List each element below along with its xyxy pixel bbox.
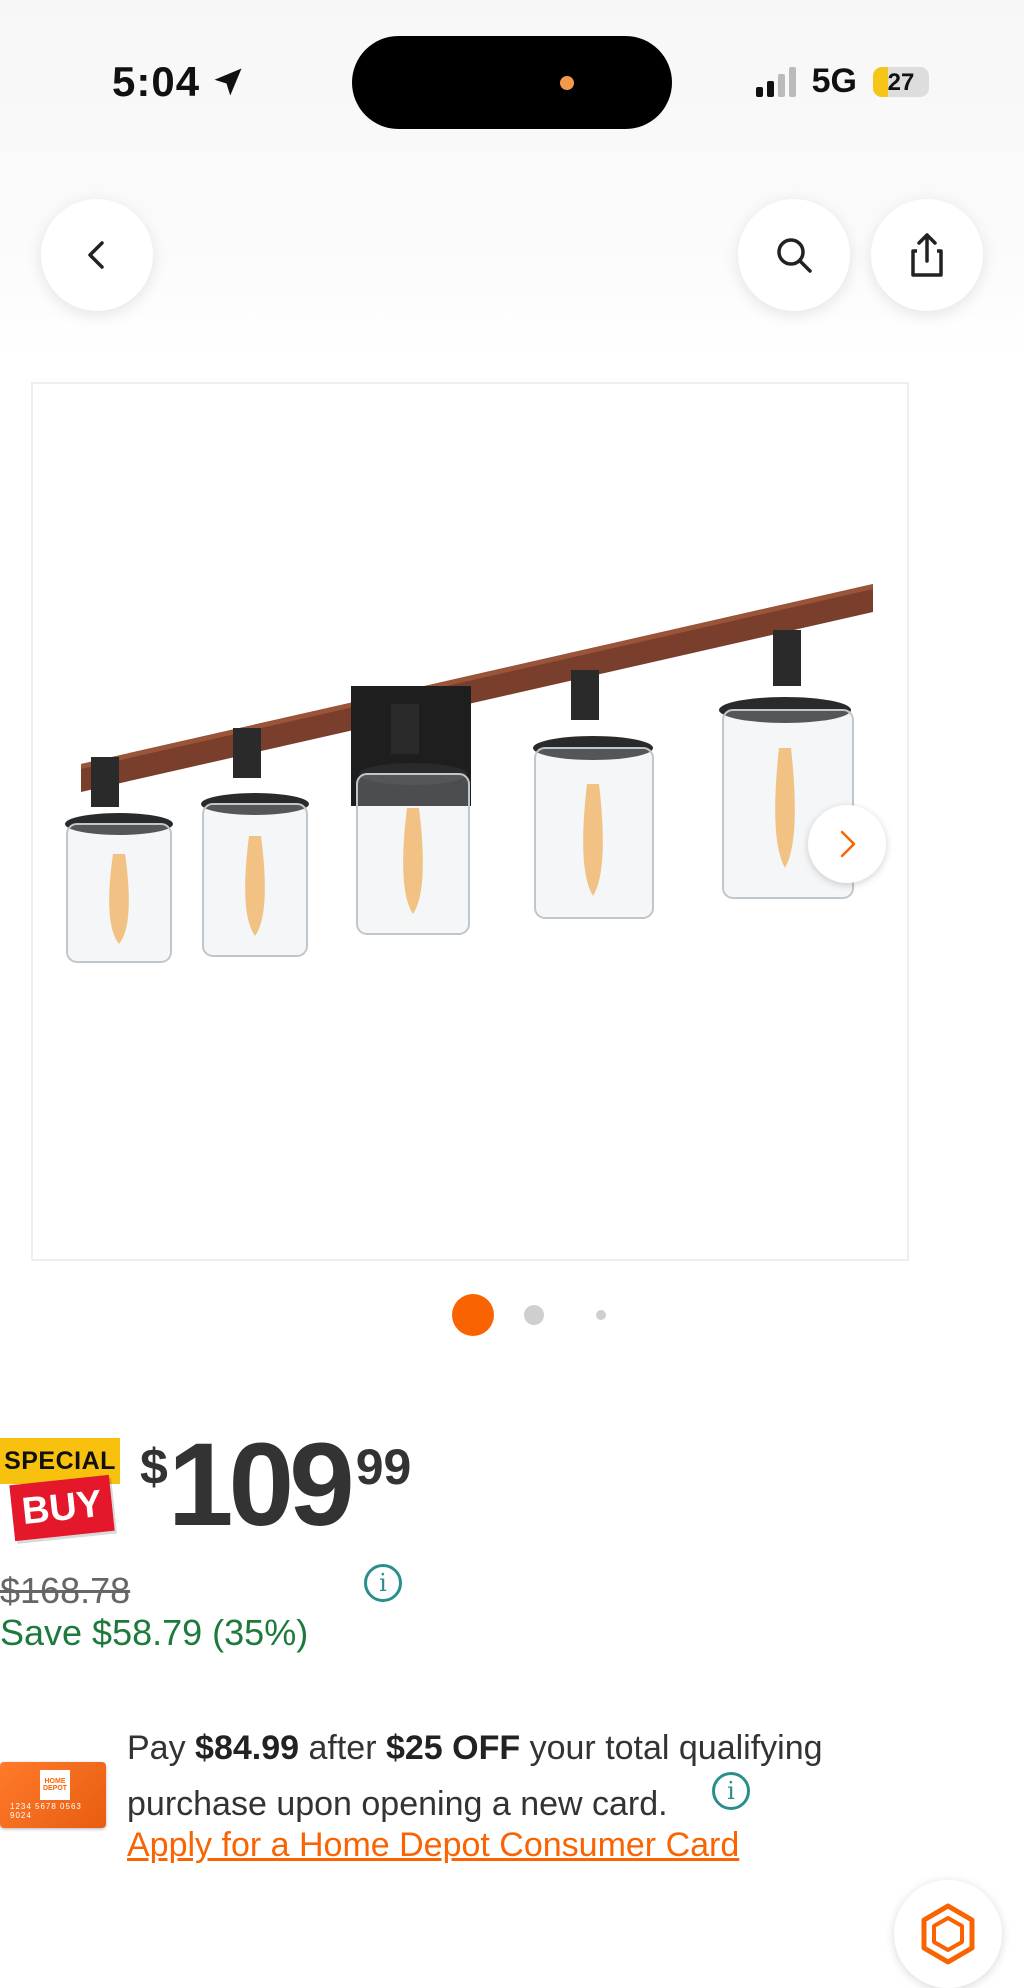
status-time-text: 5:04 bbox=[112, 58, 201, 105]
savings-text: Save $58.79 (35%) bbox=[0, 1612, 309, 1653]
privacy-indicator-dot bbox=[560, 76, 574, 90]
hexagon-chat-icon bbox=[921, 1903, 975, 1965]
product-image-gallery[interactable] bbox=[31, 382, 909, 1261]
card-promo-text: Pay $84.99 after $25 OFF your total qual… bbox=[127, 1729, 823, 1823]
location-arrow-icon bbox=[214, 68, 242, 96]
cellular-signal-icon bbox=[755, 66, 796, 97]
credit-card-image: HOME DEPOT 1234 5678 0563 9024 bbox=[0, 1762, 106, 1828]
product-price: $ 109 99 bbox=[140, 1418, 411, 1544]
chevron-right-icon bbox=[840, 830, 856, 858]
chevron-left-icon bbox=[88, 241, 104, 269]
price-cents: 99 bbox=[355, 1439, 412, 1495]
gallery-pagination bbox=[452, 1294, 606, 1336]
home-depot-logo: HOME DEPOT bbox=[40, 1770, 70, 1800]
was-price: $168.78 bbox=[0, 1570, 131, 1611]
price-dollars: 109 bbox=[167, 1419, 355, 1551]
special-buy-badge: SPECIAL BUY bbox=[0, 1438, 122, 1548]
promo-discount: $25 OFF bbox=[385, 1729, 521, 1767]
badge-buy-label: BUY bbox=[9, 1474, 115, 1542]
battery-icon: 27 bbox=[873, 66, 929, 97]
pagination-dot-active[interactable] bbox=[452, 1294, 494, 1336]
top-header: 5:04 5G 27 bbox=[0, 0, 1024, 360]
share-icon bbox=[911, 233, 943, 277]
apply-card-link[interactable]: Apply for a Home Depot Consumer Card bbox=[127, 1826, 739, 1865]
price-currency: $ bbox=[140, 1439, 168, 1495]
pagination-dot[interactable] bbox=[524, 1305, 544, 1325]
search-button[interactable] bbox=[738, 199, 850, 311]
dynamic-island bbox=[352, 36, 672, 129]
product-image bbox=[65, 584, 873, 963]
back-button[interactable] bbox=[41, 199, 153, 311]
price-info-icon[interactable]: i bbox=[364, 1564, 402, 1602]
pagination-dot[interactable] bbox=[596, 1310, 606, 1320]
chat-assistant-button[interactable] bbox=[894, 1880, 1002, 1988]
promo-info-icon[interactable]: i bbox=[712, 1772, 750, 1810]
card-number: 1234 5678 0563 9024 bbox=[10, 1802, 82, 1820]
share-button[interactable] bbox=[871, 199, 983, 311]
gallery-next-button[interactable] bbox=[808, 805, 886, 883]
light-shade bbox=[201, 728, 309, 957]
network-type: 5G bbox=[811, 62, 857, 100]
status-indicators: 5G 27 bbox=[755, 62, 929, 101]
light-shade bbox=[533, 670, 654, 919]
promo-pay-amount: $84.99 bbox=[195, 1729, 300, 1767]
battery-percent: 27 bbox=[887, 68, 915, 96]
search-icon bbox=[777, 238, 812, 273]
status-time: 5:04 bbox=[112, 58, 246, 106]
